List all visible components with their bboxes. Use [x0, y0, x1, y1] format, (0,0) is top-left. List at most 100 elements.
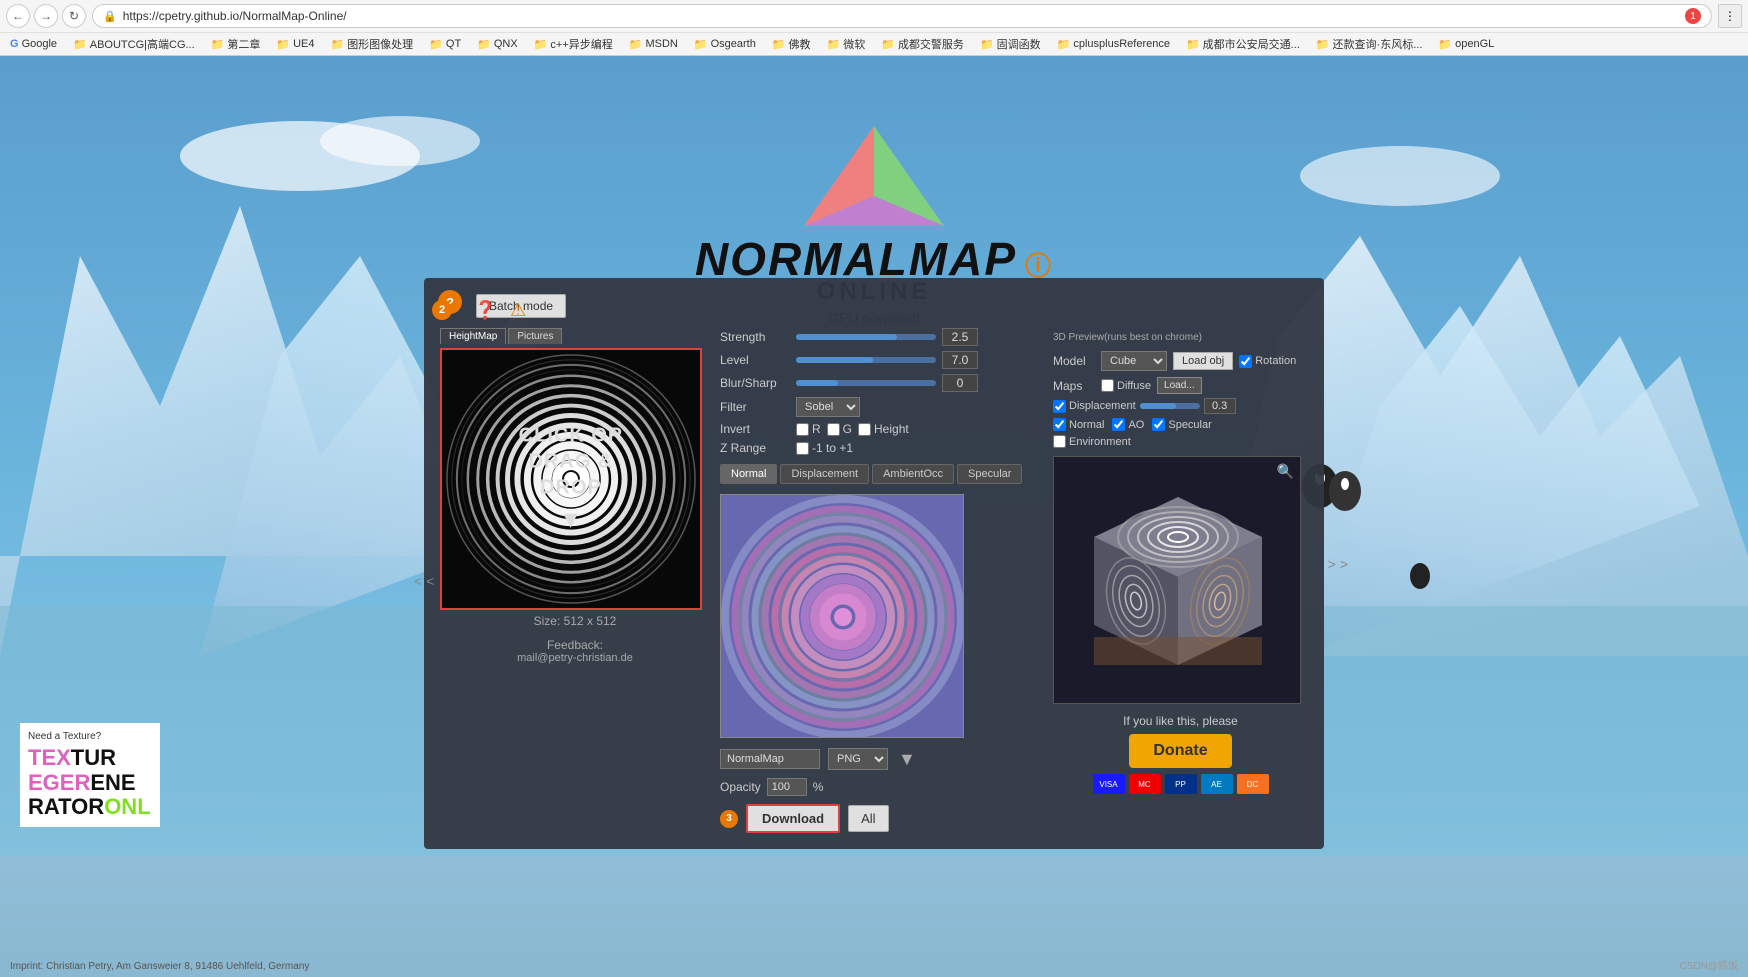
nav-left-arrow[interactable]: < <: [414, 573, 434, 589]
strength-row: Strength 2.5: [720, 328, 1043, 346]
preview-3d-canvas[interactable]: 🔍: [1053, 456, 1301, 704]
back-button[interactable]: ←: [6, 4, 30, 28]
size-label: Size: 512 x 512: [440, 614, 710, 628]
invert-height-input[interactable]: [858, 423, 871, 436]
tab-heightmap[interactable]: HeightMap: [440, 328, 506, 344]
filename-input[interactable]: [720, 749, 820, 769]
extensions-button[interactable]: ⋮: [1718, 4, 1742, 28]
level-slider[interactable]: [796, 357, 936, 363]
strength-value: 2.5: [942, 328, 978, 346]
bookmark-msdn[interactable]: 📁MSDN: [625, 37, 682, 52]
forward-button[interactable]: →: [34, 4, 58, 28]
ao-checkbox[interactable]: AO: [1112, 418, 1144, 431]
zrange-input[interactable]: [796, 442, 809, 455]
rotation-checkbox[interactable]: Rotation: [1239, 355, 1296, 368]
visa-icon: VISA: [1093, 774, 1125, 794]
bookmark-aboutcg[interactable]: 📁ABOUTCG|高端CG...: [69, 35, 199, 53]
strength-slider[interactable]: [796, 334, 936, 340]
environment-checkbox[interactable]: Environment: [1053, 435, 1308, 448]
download-button[interactable]: Download: [746, 804, 840, 833]
displacement-input[interactable]: [1053, 400, 1066, 413]
strength-label: Strength: [720, 330, 790, 344]
bookmark-cpp[interactable]: 📁c++异步编程: [530, 35, 617, 53]
invert-g-checkbox[interactable]: G: [827, 422, 852, 436]
bookmark-opengl[interactable]: 📁openGL: [1434, 37, 1498, 52]
logo-title: NORMALMAP ⓘ: [695, 236, 1053, 282]
rotation-input[interactable]: [1239, 355, 1252, 368]
environment-input[interactable]: [1053, 435, 1066, 448]
reload-button[interactable]: ↻: [62, 4, 86, 28]
filter-select[interactable]: Sobel Scharr Prewitt: [796, 397, 860, 417]
ao-input[interactable]: [1112, 418, 1125, 431]
bookmark-gutiaofunc[interactable]: 📁固调函数: [976, 35, 1045, 53]
normal-input[interactable]: [1053, 418, 1066, 431]
tab-normal[interactable]: Normal: [720, 464, 777, 484]
opacity-row: Opacity %: [720, 778, 1043, 796]
address-bar-container[interactable]: 🔒 1: [92, 4, 1712, 28]
load-obj-button[interactable]: Load obj: [1173, 352, 1233, 370]
bookmark-foojiao[interactable]: 📁佛教: [768, 35, 815, 53]
tab-ambientocc[interactable]: AmbientOcc: [872, 464, 954, 484]
nav-right-arrow[interactable]: > >: [1328, 556, 1348, 572]
bookmark-osgearth[interactable]: 📁Osgearth: [690, 37, 760, 52]
bookmark-chapter2[interactable]: 📁第二章: [207, 35, 265, 53]
specular-checkbox[interactable]: Specular: [1152, 418, 1211, 431]
paypal-icon: PP: [1165, 774, 1197, 794]
tab-displacement[interactable]: Displacement: [780, 464, 869, 484]
filter-row: Filter Sobel Scharr Prewitt: [720, 397, 1043, 417]
upload-area[interactable]: CLICK OR DRAG & DROP ▼: [440, 348, 702, 610]
preview-title: 3D Preview(runs best on chrome): [1053, 328, 1308, 343]
csdn-watermark: CSDN@抓饭: [1680, 957, 1739, 972]
texture-ad[interactable]: Need a Texture? TEXTUR EGERENE RATORONL: [20, 723, 160, 827]
zrange-label: Z Range: [720, 441, 790, 455]
bookmark-graphics[interactable]: 📁图形图像处理: [326, 35, 417, 53]
blur-label: Blur/Sharp: [720, 376, 790, 390]
specular-input[interactable]: [1152, 418, 1165, 431]
diffuse-input[interactable]: [1101, 379, 1114, 392]
bookmark-police[interactable]: 📁成都市公安局交通...: [1182, 35, 1304, 53]
opacity-input[interactable]: [767, 778, 807, 796]
bookmark-cplusplus[interactable]: 📁cplusplusReference: [1053, 37, 1174, 52]
blur-value: 0: [942, 374, 978, 392]
donate-text: If you like this, please: [1053, 714, 1308, 728]
zoom-icon[interactable]: 🔍: [1277, 463, 1294, 480]
tab-pictures[interactable]: Pictures: [508, 328, 562, 344]
tab-specular[interactable]: Specular: [957, 464, 1022, 484]
texture-ad-need-text: Need a Texture?: [28, 731, 152, 742]
invert-height-checkbox[interactable]: Height: [858, 422, 909, 436]
invert-r-input[interactable]: [796, 423, 809, 436]
bookmark-traffic[interactable]: 📁成都交警服务: [877, 35, 968, 53]
model-row: Model Cube Sphere Plane Load obj Rotatio…: [1053, 351, 1308, 371]
format-select[interactable]: PNG JPEG WebP: [828, 748, 888, 770]
invert-g-input[interactable]: [827, 423, 840, 436]
normal-checkbox[interactable]: Normal: [1053, 418, 1104, 431]
address-bar[interactable]: [123, 9, 1679, 23]
bookmarks-bar: G Google 📁ABOUTCG|高端CG... 📁第二章 📁UE4 📁图形图…: [0, 32, 1748, 55]
bookmark-loan[interactable]: 📁还款查询·东风标...: [1312, 35, 1427, 53]
input-warning-icon[interactable]: ⚠: [510, 300, 526, 321]
diffuse-checkbox[interactable]: Diffuse: [1101, 379, 1151, 392]
bookmark-ue4[interactable]: 📁UE4: [272, 37, 318, 52]
model-select[interactable]: Cube Sphere Plane: [1101, 351, 1167, 371]
input-help-icon[interactable]: ❓: [474, 300, 496, 321]
left-section: 2 ❓ ⚠ HeightMap Pictures: [440, 328, 710, 833]
donate-button[interactable]: Donate: [1129, 734, 1231, 768]
main-layout: 2 ❓ ⚠ HeightMap Pictures: [440, 328, 1308, 833]
logo-triangle: [784, 116, 964, 236]
invert-r-checkbox[interactable]: R: [796, 422, 821, 436]
all-button[interactable]: All: [848, 805, 888, 832]
bookmark-qnx[interactable]: 📁QNX: [473, 37, 522, 52]
model-label: Model: [1053, 354, 1095, 368]
browser-chrome: ← → ↻ 🔒 1 ⋮ G Google 📁ABOUTCG|高端CG... 📁第…: [0, 0, 1748, 56]
bookmark-microsoft[interactable]: 📁微软: [823, 35, 870, 53]
bookmark-google[interactable]: G Google: [6, 37, 61, 51]
diffuse-load-button[interactable]: Load...: [1157, 377, 1202, 394]
displacement-slider[interactable]: [1140, 403, 1200, 409]
level-label: Level: [720, 353, 790, 367]
logo-info-icon[interactable]: ⓘ: [1025, 253, 1053, 279]
bookmark-qt[interactable]: 📁QT: [425, 37, 465, 52]
displacement-checkbox[interactable]: Displacement: [1053, 400, 1136, 413]
texture-ad-logo: TEXTUR EGERENE RATORONL: [28, 746, 152, 819]
blur-slider[interactable]: [796, 380, 936, 386]
zrange-checkbox[interactable]: -1 to +1: [796, 441, 853, 455]
